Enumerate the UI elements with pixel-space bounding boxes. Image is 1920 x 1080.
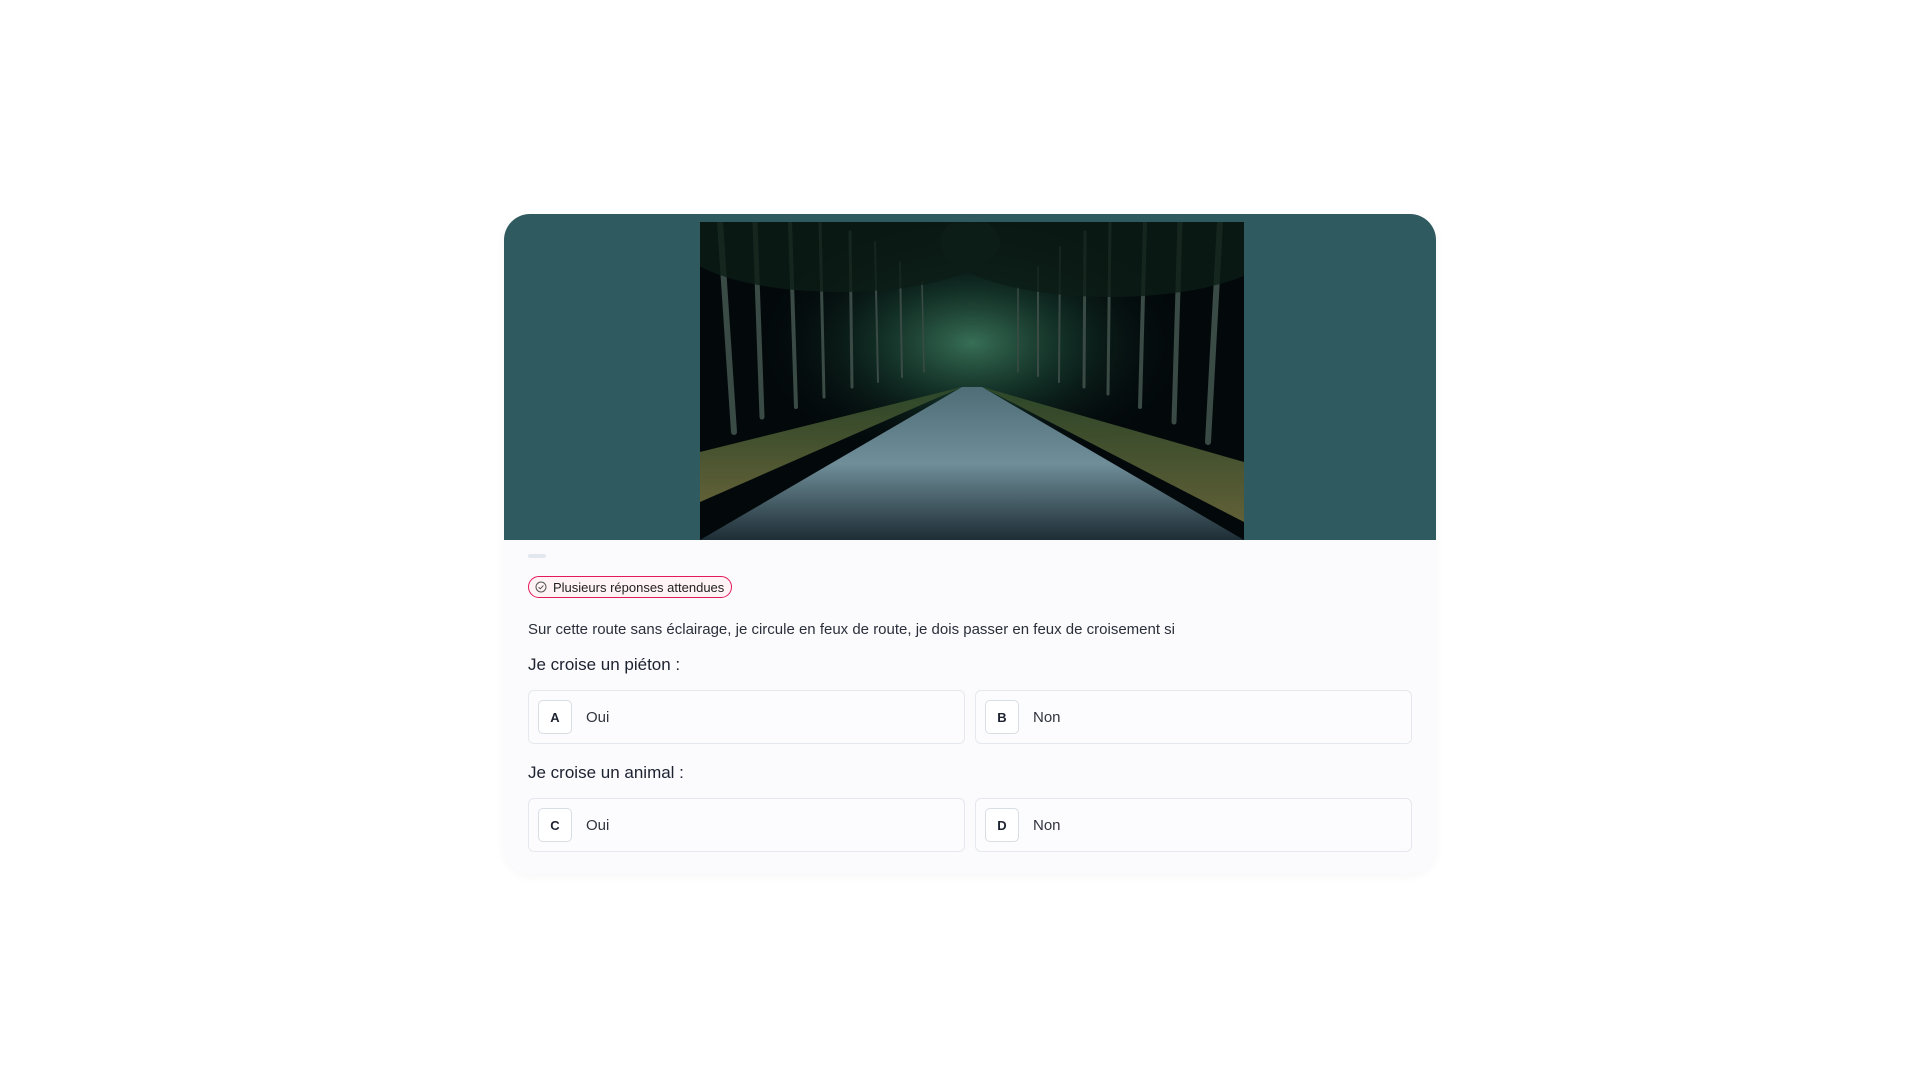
multiple-answers-badge: Plusieurs réponses attendues xyxy=(528,576,733,598)
answer-label: Non xyxy=(1033,708,1061,726)
question-1-answers: A Oui B Non xyxy=(528,690,1412,744)
question-photo xyxy=(700,222,1244,540)
answer-label: Oui xyxy=(586,708,610,726)
answer-letter: A xyxy=(538,700,572,734)
question-content: Plusieurs réponses attendues Sur cette r… xyxy=(528,554,1412,852)
media-area xyxy=(504,214,1436,540)
answer-a-button[interactable]: A Oui xyxy=(528,690,965,744)
question-2-label: Je croise un animal : xyxy=(528,763,684,782)
answer-b-button[interactable]: B Non xyxy=(975,690,1412,744)
progress-indicator xyxy=(528,554,546,558)
badge-label: Plusieurs réponses attendues xyxy=(553,579,725,595)
question-1-label: Je croise un piéton : xyxy=(528,655,681,674)
answer-letter: D xyxy=(985,808,1019,842)
check-circle-icon xyxy=(535,581,547,593)
answer-label: Non xyxy=(1033,816,1061,834)
answer-label: Oui xyxy=(586,816,610,834)
answer-d-button[interactable]: D Non xyxy=(975,798,1412,852)
question-card: Plusieurs réponses attendues Sur cette r… xyxy=(504,214,1436,874)
answer-letter: B xyxy=(985,700,1019,734)
answer-c-button[interactable]: C Oui xyxy=(528,798,965,852)
question-2-answers: C Oui D Non xyxy=(528,798,1412,852)
answer-letter: C xyxy=(538,808,572,842)
question-statement: Sur cette route sans éclairage, je circu… xyxy=(528,621,1176,638)
road-at-night-icon xyxy=(700,222,1244,540)
